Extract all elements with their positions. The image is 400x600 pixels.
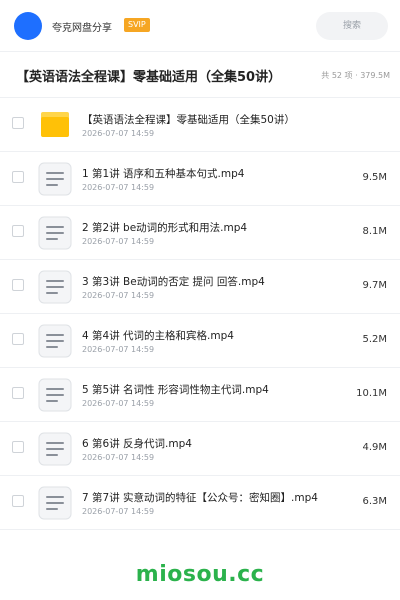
file-name[interactable]: 5 第5讲 名词性 形容词性物主代词.mp4	[82, 382, 269, 397]
row-checkbox[interactable]	[12, 387, 24, 399]
file-date: 2026-07-07 14:59	[82, 237, 155, 246]
header: 夸克网盘分享 SVIP 搜索	[0, 0, 400, 52]
file-row[interactable]: 2 第2讲 be动词的形式和用法.mp4 2026-07-07 14:59 8.1M	[0, 206, 400, 260]
file-name[interactable]: 7 第7讲 实意动词的特征【公众号：密知圈】.mp4	[82, 490, 318, 505]
file-row[interactable]: 3 第3讲 Be动词的否定 提问 回答.mp4 2026-07-07 14:59 9…	[0, 260, 400, 314]
row-checkbox[interactable]	[12, 441, 24, 453]
document-icon	[38, 324, 72, 358]
file-size: 9.7M	[362, 280, 387, 291]
file-date: 2026-07-07 14:59	[82, 399, 155, 408]
file-name[interactable]: 1 第1讲 语序和五种基本句式.mp4	[82, 166, 244, 181]
folder-meta: 共 52 项 · 379.5M	[321, 71, 390, 80]
row-checkbox[interactable]	[12, 495, 24, 507]
file-size: 9.5M	[362, 172, 387, 183]
file-row[interactable]: 1 第1讲 语序和五种基本句式.mp4 2026-07-07 14:59 9.5M	[0, 152, 400, 206]
file-size: 10.1M	[356, 388, 387, 399]
folder-icon	[38, 108, 72, 142]
file-size: 8.1M	[362, 226, 387, 237]
file-name[interactable]: 4 第4讲 代词的主格和宾格.mp4	[82, 328, 234, 343]
file-name[interactable]: 2 第2讲 be动词的形式和用法.mp4	[82, 220, 247, 235]
file-date: 2026-07-07 14:59	[82, 129, 155, 138]
search-input[interactable]: 搜索	[316, 12, 388, 40]
file-row[interactable]: 6 第6讲 反身代词.mp4 2026-07-07 14:59 4.9M	[0, 422, 400, 476]
document-icon	[38, 432, 72, 466]
file-date: 2026-07-07 14:59	[82, 291, 155, 300]
file-date: 2026-07-07 14:59	[82, 183, 155, 192]
file-date: 2026-07-07 14:59	[82, 345, 155, 354]
file-date: 2026-07-07 14:59	[82, 453, 155, 462]
document-icon	[38, 162, 72, 196]
file-name[interactable]: 【英语语法全程课】零基础适用（全集50讲）	[82, 112, 295, 127]
file-size: 4.9M	[362, 442, 387, 453]
svip-badge: SVIP	[124, 18, 150, 32]
file-row[interactable]: 4 第4讲 代词的主格和宾格.mp4 2026-07-07 14:59 5.2M	[0, 314, 400, 368]
row-checkbox[interactable]	[12, 117, 24, 129]
row-checkbox[interactable]	[12, 225, 24, 237]
file-row[interactable]: 7 第7讲 实意动词的特征【公众号：密知圈】.mp4 2026-07-07 14:…	[0, 476, 400, 530]
row-checkbox[interactable]	[12, 171, 24, 183]
watermark: miosou.cc	[135, 562, 265, 587]
row-checkbox[interactable]	[12, 333, 24, 345]
share-page: 夸克网盘分享 SVIP 搜索 【英语语法全程课】零基础适用（全集50讲） 共 5…	[0, 0, 400, 600]
file-size: 6.3M	[362, 496, 387, 507]
avatar[interactable]	[14, 12, 42, 40]
document-icon	[38, 216, 72, 250]
document-icon	[38, 486, 72, 520]
file-date: 2026-07-07 14:59	[82, 507, 155, 516]
file-row[interactable]: 5 第5讲 名词性 形容词性物主代词.mp4 2026-07-07 14:59 10…	[0, 368, 400, 422]
file-name[interactable]: 3 第3讲 Be动词的否定 提问 回答.mp4	[82, 274, 265, 289]
file-size: 5.2M	[362, 334, 387, 345]
file-list: 【英语语法全程课】零基础适用（全集50讲） 2026-07-07 14:59 1 第…	[0, 98, 400, 530]
folder-heading: 【英语语法全程课】零基础适用（全集50讲） 共 52 项 · 379.5M	[0, 52, 400, 98]
document-icon	[38, 270, 72, 304]
folder-row[interactable]: 【英语语法全程课】零基础适用（全集50讲） 2026-07-07 14:59	[0, 98, 400, 152]
file-name[interactable]: 6 第6讲 反身代词.mp4	[82, 436, 192, 451]
user-name[interactable]: 夸克网盘分享	[52, 19, 112, 34]
document-icon	[38, 378, 72, 412]
row-checkbox[interactable]	[12, 279, 24, 291]
page-title: 【英语语法全程课】零基础适用（全集50讲）	[16, 70, 282, 85]
